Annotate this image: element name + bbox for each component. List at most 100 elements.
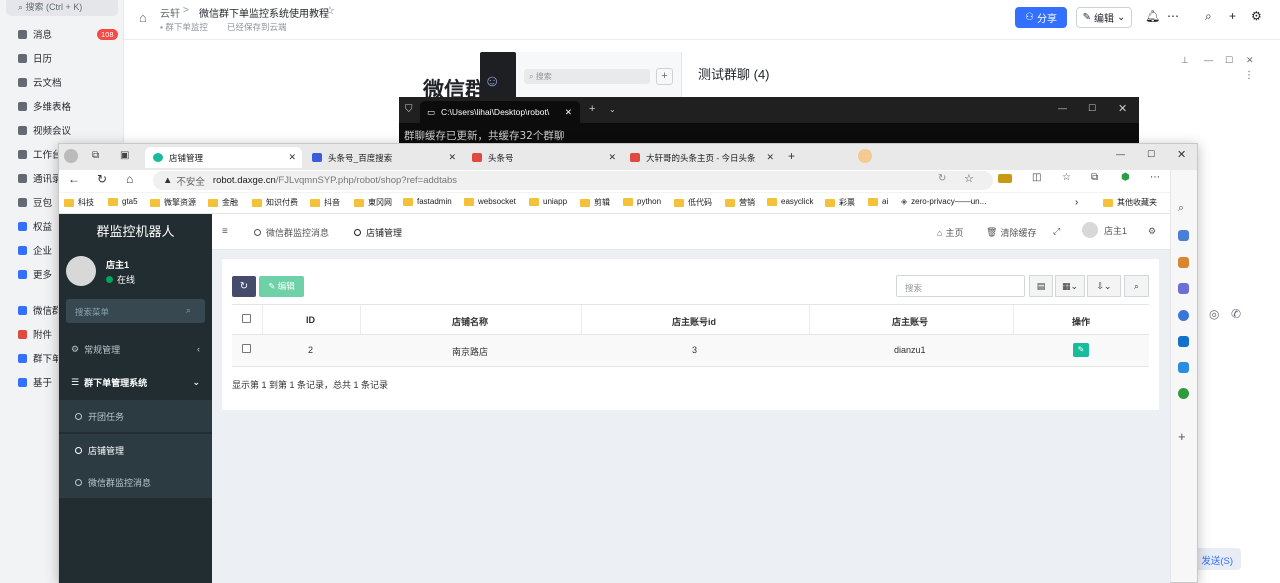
feishu-doc-item-3[interactable]: 群下单 bbox=[18, 350, 62, 366]
profile-avatar[interactable] bbox=[64, 149, 78, 163]
bookmark-folder[interactable]: fastadmin bbox=[403, 197, 452, 206]
chat-more-icon[interactable]: ⋮ bbox=[1244, 70, 1254, 81]
feishu-nav-benefits[interactable]: 权益 bbox=[18, 218, 52, 234]
search-icon[interactable]: ⌕ bbox=[1205, 9, 1212, 24]
new-tab-icon[interactable]: + bbox=[788, 149, 795, 163]
feishu-nav-bitable[interactable]: 多维表格 bbox=[18, 98, 71, 114]
select-all-checkbox[interactable] bbox=[242, 314, 251, 323]
bookmark-folder[interactable]: python bbox=[623, 197, 661, 206]
minimize-icon[interactable]: — bbox=[1058, 103, 1067, 113]
tab-toutiao-home[interactable]: 大轩哥的头条主页 - 今日头条 ✕ bbox=[622, 147, 780, 168]
maximize-icon[interactable]: ☐ bbox=[1225, 55, 1233, 66]
toolbox-icon[interactable] bbox=[1178, 257, 1189, 268]
search-button[interactable]: ⌕ bbox=[1124, 275, 1149, 297]
feishu-search-input[interactable]: ⌕ 搜索 (Ctrl + K) bbox=[6, 0, 118, 16]
edit-button[interactable]: ✎ 编辑 bbox=[259, 276, 304, 297]
bookmark-link[interactable]: ◈ zero-privacy——un... bbox=[901, 197, 986, 206]
feishu-nav-contacts[interactable]: 通讯录 bbox=[18, 170, 62, 186]
doc-location[interactable]: ▪ 群下单监控 bbox=[160, 21, 208, 33]
bookmark-other-folder[interactable]: 其他收藏夹 bbox=[1103, 197, 1157, 208]
bookmark-folder[interactable]: 剪辑 bbox=[580, 197, 610, 208]
feishu-nav-meeting[interactable]: 视频会议 bbox=[18, 122, 71, 138]
maximize-icon[interactable]: ☐ bbox=[1147, 149, 1155, 160]
table-row[interactable] bbox=[232, 335, 1149, 366]
close-icon[interactable]: ✕ bbox=[565, 107, 572, 118]
new-tab-icon[interactable]: + bbox=[589, 103, 595, 115]
add-chat-button[interactable]: + bbox=[656, 68, 673, 85]
chevron-down-icon[interactable]: ⌄ bbox=[609, 105, 616, 114]
fullscreen-icon[interactable]: ⤢ bbox=[1053, 226, 1060, 237]
bookmark-folder[interactable]: 金融 bbox=[208, 197, 238, 208]
export-button[interactable]: ⇩⌄ bbox=[1087, 275, 1121, 297]
workspaces-icon[interactable]: ⧉ bbox=[92, 150, 99, 161]
close-icon[interactable]: ✕ bbox=[1118, 102, 1127, 115]
more-icon[interactable]: ⋯ bbox=[1150, 172, 1160, 183]
collections-icon[interactable]: ⧉ bbox=[1091, 172, 1098, 183]
bookmark-folder[interactable]: easyclick bbox=[767, 197, 813, 206]
search-icon[interactable]: ⌕ bbox=[1178, 202, 1184, 215]
feishu-nav-docs[interactable]: 云文档 bbox=[18, 74, 62, 90]
close-icon[interactable]: ✕ bbox=[448, 152, 456, 163]
edit-mode-button[interactable]: ✎ 编辑 ⌄ bbox=[1076, 7, 1132, 28]
extension-icon[interactable] bbox=[998, 174, 1012, 183]
refresh-icon[interactable]: ↻ bbox=[97, 172, 107, 186]
refresh-button[interactable]: ↻ bbox=[232, 276, 256, 297]
row-edit-button[interactable]: ✎ bbox=[1073, 343, 1089, 357]
close-icon[interactable]: ✕ bbox=[766, 152, 774, 163]
admin-logo[interactable]: 群监控机器人 bbox=[59, 214, 212, 250]
games-icon[interactable] bbox=[1178, 283, 1189, 294]
table-search-input[interactable]: 搜索 bbox=[896, 275, 1025, 297]
feishu-nav-messages[interactable]: 消息 bbox=[18, 26, 52, 42]
sidebar-app-icon[interactable] bbox=[1178, 230, 1189, 241]
chat-search-input[interactable]: ⌕ 搜索 bbox=[524, 69, 650, 84]
breadcrumb-root[interactable]: 云轩 bbox=[160, 5, 180, 20]
pin-icon[interactable]: ⊥ bbox=[1181, 55, 1189, 66]
close-icon[interactable]: ✕ bbox=[1246, 55, 1254, 66]
sidebar-item-wechat-monitor[interactable]: 微信群监控消息 bbox=[59, 466, 212, 498]
bookmark-folder[interactable]: 营销 bbox=[725, 197, 755, 208]
tab-baidu-search[interactable]: 头条号_百度搜索 ✕ bbox=[304, 147, 462, 168]
back-arrow-icon[interactable]: ← bbox=[68, 172, 80, 186]
column-header-owner-id[interactable]: 店主账号id bbox=[672, 315, 716, 328]
tree-icon[interactable] bbox=[1178, 388, 1189, 399]
plus-icon[interactable]: + bbox=[1178, 429, 1186, 444]
outlook-icon[interactable] bbox=[1178, 336, 1189, 347]
search-icon[interactable]: ⌕ bbox=[186, 305, 191, 316]
home-icon[interactable]: ⌂ bbox=[126, 172, 133, 186]
column-header-id[interactable]: ID bbox=[306, 315, 315, 325]
columns-button[interactable]: ▦⌄ bbox=[1055, 275, 1085, 297]
column-header-owner-account[interactable]: 店主账号 bbox=[892, 315, 928, 328]
user-menu[interactable]: 店主1 bbox=[1082, 222, 1127, 238]
sidebar-item-open-task[interactable]: 开团任务 bbox=[59, 400, 212, 432]
home-link[interactable]: ⌂ 主页 bbox=[937, 226, 963, 239]
terminal-tab[interactable]: ▭ C:\Users\lihai\Desktop\robot\ ✕ bbox=[420, 101, 580, 123]
more-icon[interactable]: ⋯ bbox=[1167, 9, 1179, 23]
feishu-doc-item-1[interactable]: 微信群 bbox=[18, 302, 62, 318]
bookmark-folder[interactable]: gta5 bbox=[108, 197, 138, 206]
send-icon[interactable] bbox=[1178, 362, 1189, 373]
bookmark-folder[interactable]: 抖音 bbox=[310, 197, 340, 208]
bookmark-folder[interactable]: 彩票 bbox=[825, 197, 855, 208]
favorite-star-icon[interactable]: ☆ bbox=[964, 172, 974, 185]
feishu-nav-more[interactable]: 更多 bbox=[18, 266, 52, 282]
close-icon[interactable]: ✕ bbox=[288, 152, 296, 163]
menu-search-input[interactable]: 搜索菜单 bbox=[66, 299, 205, 323]
bookmark-folder[interactable]: 低代码 bbox=[674, 197, 712, 208]
sidebar-item-group-system[interactable]: ☰ 群下单管理系统 ⌄ bbox=[59, 366, 212, 398]
favorites-icon[interactable]: ☆ bbox=[1062, 172, 1071, 183]
menu-toggle-icon[interactable]: ≡ bbox=[222, 226, 228, 237]
feishu-doc-item-2[interactable]: 附件 bbox=[18, 326, 52, 342]
doc-title[interactable]: 微信群下单监控系统使用教程 bbox=[199, 5, 329, 20]
column-header-shop-name[interactable]: 店铺名称 bbox=[452, 315, 488, 328]
bookmark-folder[interactable]: 微擎资源 bbox=[150, 197, 196, 208]
copilot-icon[interactable] bbox=[1178, 310, 1189, 321]
phone-icon[interactable]: ✆ bbox=[1231, 307, 1241, 321]
bookmark-folder[interactable]: websocket bbox=[464, 197, 516, 206]
row-checkbox[interactable] bbox=[242, 344, 251, 353]
close-icon[interactable]: ✕ bbox=[608, 152, 616, 163]
clear-cache-button[interactable]: 🗑︎ 清除缓存 bbox=[986, 226, 1036, 239]
video-call-icon[interactable]: ◎ bbox=[1209, 307, 1219, 321]
bookmark-folder[interactable]: 科技 bbox=[64, 197, 94, 208]
feishu-nav-doubao[interactable]: 豆包 bbox=[18, 194, 52, 210]
feishu-nav-workplace[interactable]: 工作台 bbox=[18, 146, 62, 162]
